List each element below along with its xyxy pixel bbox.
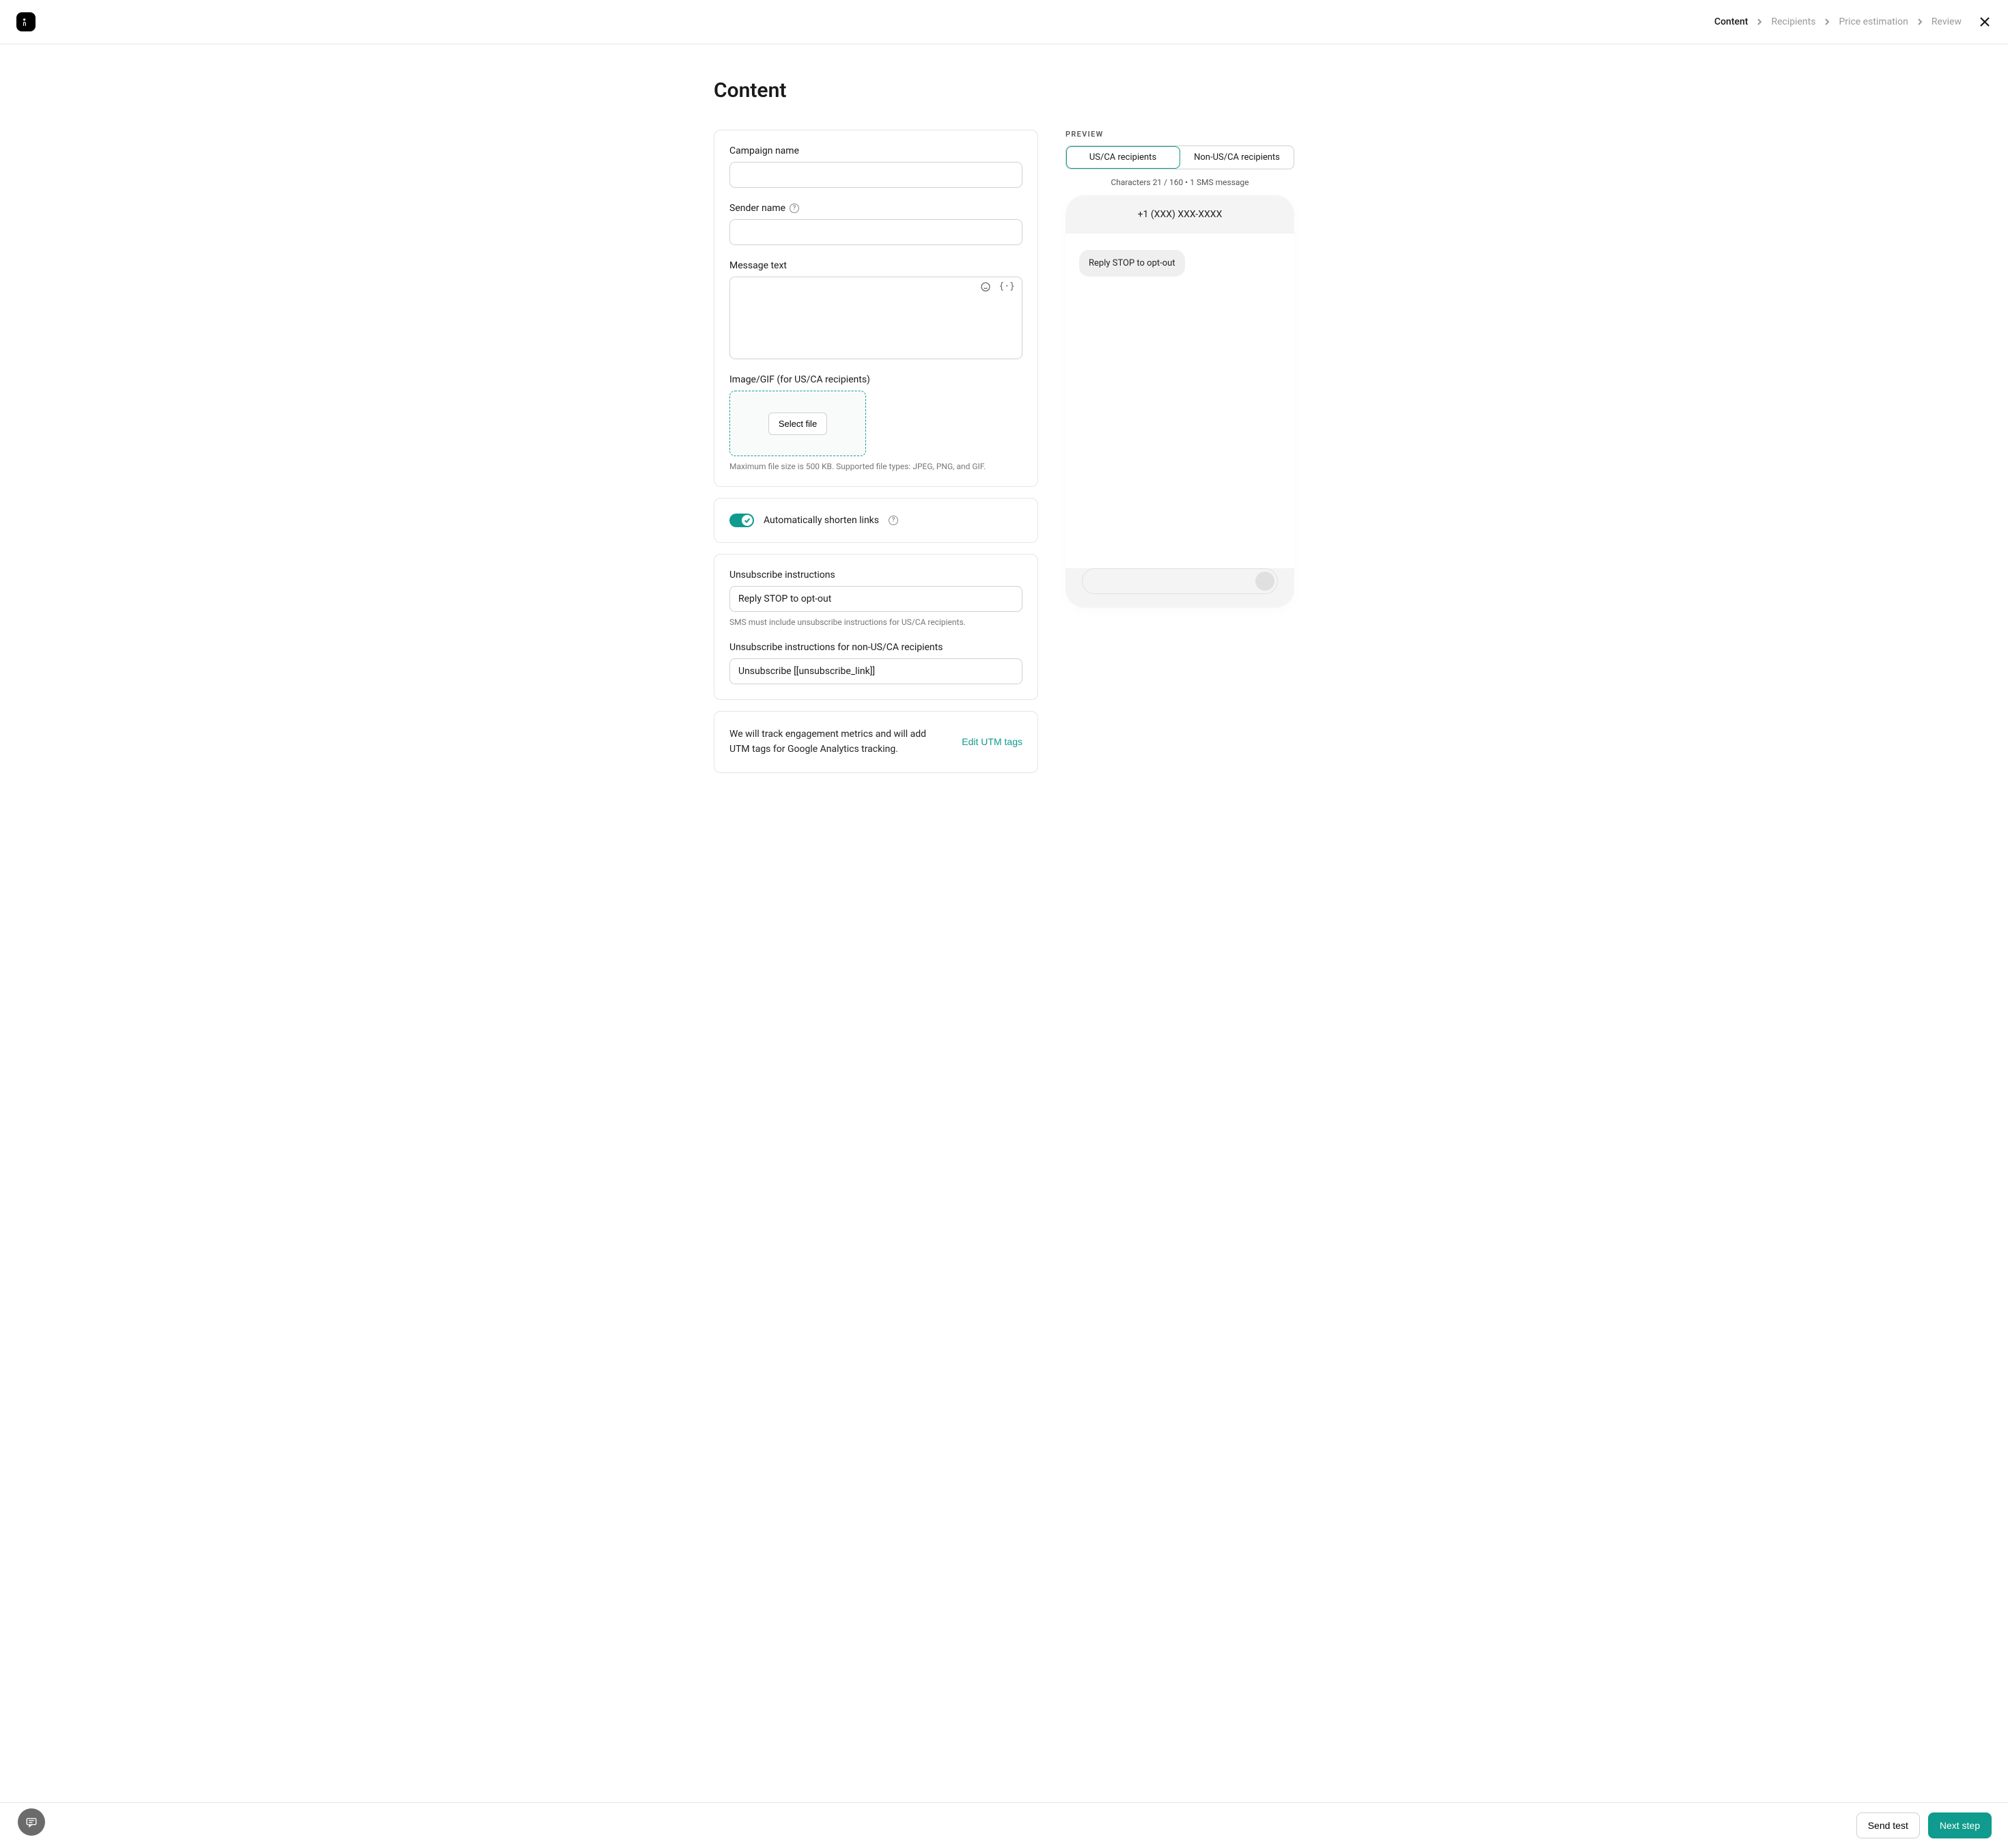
footer-bar: Send test Next step: [0, 1802, 2008, 1848]
breadcrumb-step-recipients[interactable]: Recipients: [1771, 16, 1815, 27]
insert-variable-icon[interactable]: {·}: [999, 281, 1015, 295]
phone-send-icon: [1255, 572, 1274, 591]
unsub-input[interactable]: [729, 586, 1022, 612]
tab-non-us-ca-recipients[interactable]: Non-US/CA recipients: [1180, 146, 1294, 169]
help-icon[interactable]: ?: [790, 204, 799, 213]
message-text-wrapper: {·}: [729, 277, 1022, 359]
unsub-hint: SMS must include unsubscribe instruction…: [729, 617, 1022, 627]
chevron-right-icon: [1756, 18, 1763, 25]
page-title: Content: [714, 79, 1294, 102]
unsubscribe-card: Unsubscribe instructions SMS must includ…: [714, 554, 1038, 700]
close-icon: [1979, 16, 1990, 27]
image-upload-label: Image/GIF (for US/CA recipients): [729, 374, 1022, 385]
preview-heading: PREVIEW: [1065, 130, 1294, 139]
preview-message-bubble: Reply STOP to opt-out: [1079, 250, 1185, 277]
chevron-right-icon: [1824, 18, 1830, 25]
utm-description: We will track engagement metrics and wil…: [729, 727, 948, 757]
chevron-right-icon: [1916, 18, 1923, 25]
character-count: Characters 21 / 160 • 1 SMS message: [1065, 178, 1294, 187]
shorten-links-label: Automatically shorten links: [764, 515, 879, 526]
unsub-non-us-input[interactable]: [729, 658, 1022, 684]
breadcrumb-step-content[interactable]: Content: [1714, 16, 1748, 27]
next-step-button[interactable]: Next step: [1928, 1812, 1992, 1838]
image-upload-hint: Maximum file size is 500 KB. Supported f…: [729, 462, 1022, 471]
breadcrumb: Content Recipients Price estimation Revi…: [1714, 15, 1992, 29]
edit-utm-tags-button[interactable]: Edit UTM tags: [962, 736, 1022, 747]
phone-number-display: +1 (XXX) XXX-XXXX: [1065, 195, 1294, 234]
message-text-input[interactable]: [730, 277, 1022, 356]
sender-name-input[interactable]: [729, 219, 1022, 245]
shorten-links-toggle[interactable]: [729, 514, 754, 527]
select-file-button[interactable]: Select file: [768, 412, 827, 435]
app-logo[interactable]: [16, 12, 36, 31]
utm-card: We will track engagement metrics and wil…: [714, 711, 1038, 773]
phone-preview: +1 (XXX) XXX-XXXX Reply STOP to opt-out: [1065, 195, 1294, 608]
chat-icon: [25, 1816, 38, 1828]
preview-tabs: US/CA recipients Non-US/CA recipients: [1065, 145, 1294, 169]
sender-name-label: Sender name: [729, 203, 785, 214]
phone-input-bar: [1082, 568, 1278, 594]
breadcrumb-step-price-estimation[interactable]: Price estimation: [1839, 16, 1908, 27]
message-text-label: Message text: [729, 260, 1022, 271]
help-icon[interactable]: ?: [889, 516, 898, 525]
campaign-name-label: Campaign name: [729, 145, 1022, 156]
send-test-button[interactable]: Send test: [1856, 1812, 1920, 1838]
unsub-non-us-label: Unsubscribe instructions for non-US/CA r…: [729, 642, 1022, 653]
tab-us-ca-recipients[interactable]: US/CA recipients: [1066, 146, 1180, 169]
check-icon: [744, 517, 751, 524]
chat-fab[interactable]: [18, 1808, 45, 1836]
content-card: Campaign name Sender name ? Message text: [714, 130, 1038, 487]
shorten-links-card: Automatically shorten links ?: [714, 498, 1038, 543]
close-button[interactable]: [1978, 15, 1992, 29]
campaign-name-input[interactable]: [729, 162, 1022, 188]
image-upload-dropzone[interactable]: Select file: [729, 391, 866, 456]
logo-icon: [21, 17, 31, 27]
breadcrumb-step-review[interactable]: Review: [1932, 16, 1962, 27]
unsub-label: Unsubscribe instructions: [729, 570, 1022, 580]
emoji-picker-icon[interactable]: [980, 281, 991, 295]
